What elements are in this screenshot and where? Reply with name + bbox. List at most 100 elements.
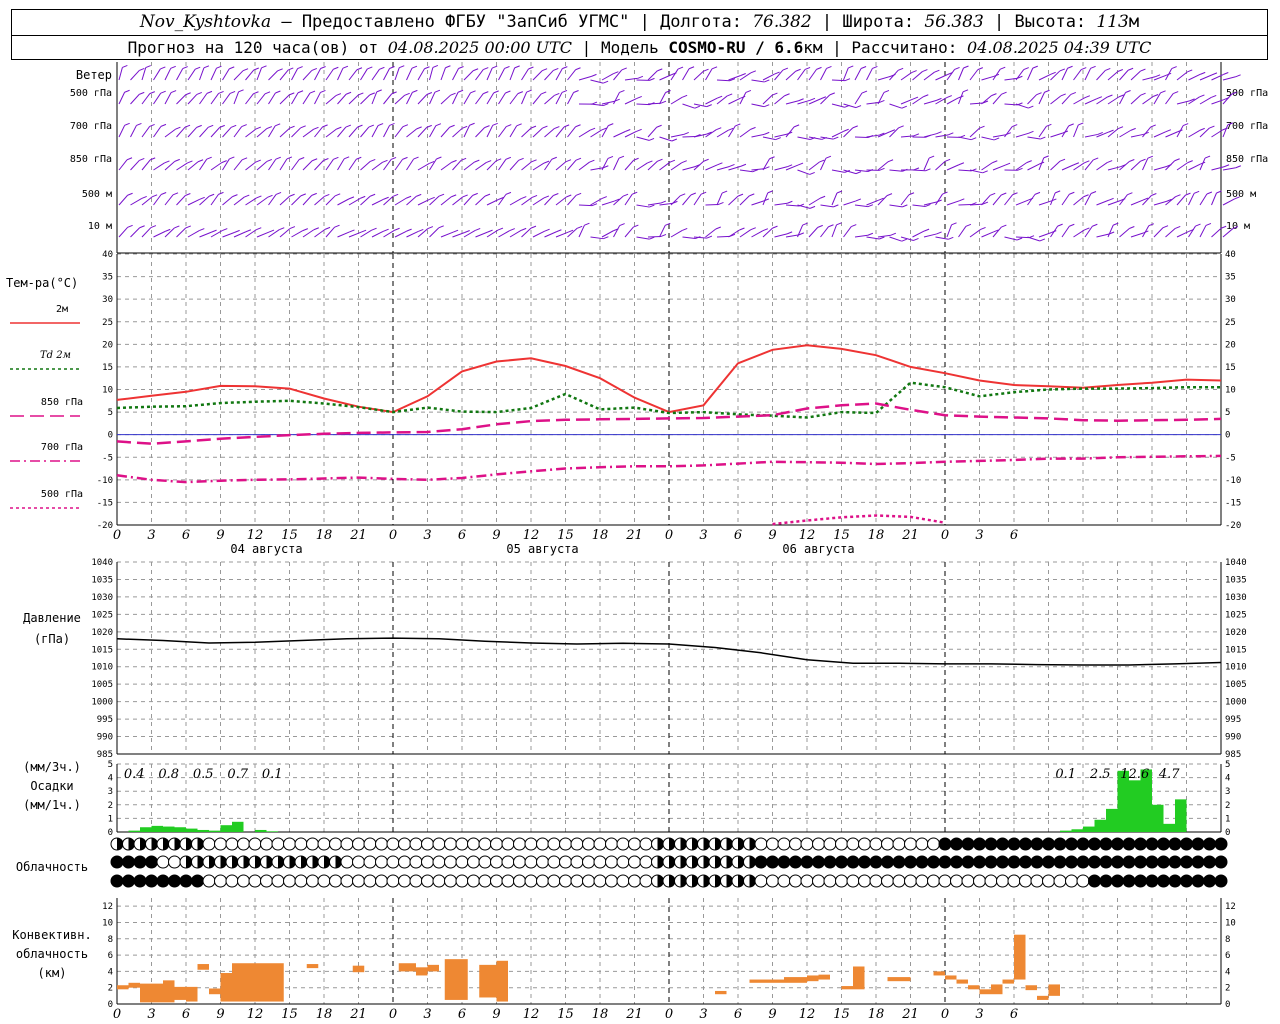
wind-barb <box>682 68 690 81</box>
wind-barb-feather <box>867 204 874 208</box>
wind-barb-feather <box>867 232 874 236</box>
wind-barb <box>302 229 315 238</box>
wind-barb-feather <box>267 194 273 198</box>
wind-barb <box>946 224 953 238</box>
wind-barb-feather <box>470 90 476 94</box>
cloud-circle <box>398 874 411 888</box>
wind-barb <box>1038 126 1047 138</box>
wind-barb <box>613 131 626 138</box>
wind-barb-feather <box>449 124 455 128</box>
wind-barb-feather <box>782 67 789 71</box>
wind-barb-feather <box>394 227 400 231</box>
cloud-circle <box>202 874 216 888</box>
wind-barb <box>820 68 827 81</box>
temp-legend-label: 2м <box>56 304 68 315</box>
cloud-circle <box>294 874 308 888</box>
wind-barb <box>452 232 465 238</box>
wind-barb <box>222 231 235 238</box>
wind-barb-feather <box>1107 94 1113 98</box>
conv-xtick: 9 <box>216 1007 224 1022</box>
wind-barb-feather <box>657 68 663 72</box>
wind-barb <box>1176 231 1189 238</box>
wind-barb <box>820 94 831 105</box>
cloud-circle <box>904 855 917 869</box>
cloud-circle <box>363 874 377 888</box>
wind-barb-feather <box>462 194 468 198</box>
wind-barb <box>705 97 718 105</box>
precip-label: 12.6 <box>1120 767 1149 782</box>
conv-xtick: 3 <box>423 1007 431 1022</box>
cloud-circle <box>375 837 388 851</box>
pressure-ytick-left: 1035 <box>91 575 113 585</box>
cloud-circle <box>248 837 262 851</box>
wind-barb-feather <box>1160 90 1166 94</box>
wind-barb <box>900 98 914 105</box>
wind-barb-feather <box>197 159 204 163</box>
wind-barb <box>521 161 532 171</box>
wind-barb <box>797 169 810 175</box>
cloud-circle <box>881 837 894 851</box>
wind-barb-feather <box>740 73 746 76</box>
conv-bar <box>1002 979 1014 984</box>
wind-barb <box>1222 76 1236 81</box>
wind-barb <box>923 133 937 138</box>
conv-bar <box>715 990 727 995</box>
wind-barb-feather <box>127 224 133 228</box>
wind-barb <box>831 103 845 108</box>
wind-barb <box>1130 94 1141 105</box>
wind-barb-feather <box>324 194 330 197</box>
cloud-circle <box>317 874 331 888</box>
wind-barb-feather <box>139 67 145 71</box>
wind-barb <box>371 230 384 238</box>
wind-barb <box>1038 232 1052 238</box>
wind-barb <box>314 160 324 171</box>
cloud-circle <box>513 874 526 888</box>
wind-barb <box>739 229 752 238</box>
wind-barb <box>187 127 198 138</box>
wind-barb-feather <box>992 160 998 164</box>
wind-barb <box>613 225 621 238</box>
cloud-circle <box>386 874 400 888</box>
cloud-circle <box>616 837 630 851</box>
wind-barb <box>1096 233 1110 238</box>
cloud-circle <box>639 837 653 851</box>
precip-bar <box>232 821 244 832</box>
wind-barb <box>981 95 992 105</box>
conv-xtick: 9 <box>768 1007 776 1022</box>
wind-barb-feather <box>1105 67 1111 71</box>
wind-barb-feather <box>1187 160 1193 164</box>
wind-barb-feather <box>160 90 166 94</box>
wind-barb <box>429 67 434 81</box>
wind-barb-feather <box>948 132 954 136</box>
wind-barb-feather <box>1129 226 1135 229</box>
pressure-ytick-right: 1010 <box>1225 663 1247 673</box>
wind-barb-feather <box>313 126 319 130</box>
cloud-circle <box>1145 874 1159 888</box>
wind-barb-feather <box>175 126 181 130</box>
cloud-circle <box>363 855 377 869</box>
wind-barb <box>751 200 764 206</box>
wind-barb <box>889 69 899 81</box>
wind-barb <box>1199 225 1207 238</box>
cloud-circle <box>283 874 296 888</box>
wind-barb-feather <box>657 158 663 162</box>
wind-barb <box>1130 199 1144 206</box>
cloud-circle <box>329 874 342 888</box>
cloud-circle <box>559 855 572 869</box>
wind-barb-feather <box>348 196 355 200</box>
conv-ytick-right: 8 <box>1225 935 1230 945</box>
wind-barb <box>555 126 565 138</box>
wind-barb <box>854 68 862 81</box>
cloud-circle <box>996 874 1009 888</box>
cloud-circle <box>294 837 308 851</box>
cloud-circle <box>1134 855 1147 869</box>
wind-barb <box>716 235 731 238</box>
wind-barb-feather <box>1108 197 1114 201</box>
wind-barb-feather <box>648 137 655 141</box>
wind-barb <box>1176 71 1188 81</box>
wind-barb-feather <box>472 68 479 72</box>
wind-barb <box>1119 92 1127 105</box>
conv-xtick: 9 <box>492 1007 500 1022</box>
wind-barb <box>808 69 817 81</box>
wind-barb <box>831 169 845 173</box>
